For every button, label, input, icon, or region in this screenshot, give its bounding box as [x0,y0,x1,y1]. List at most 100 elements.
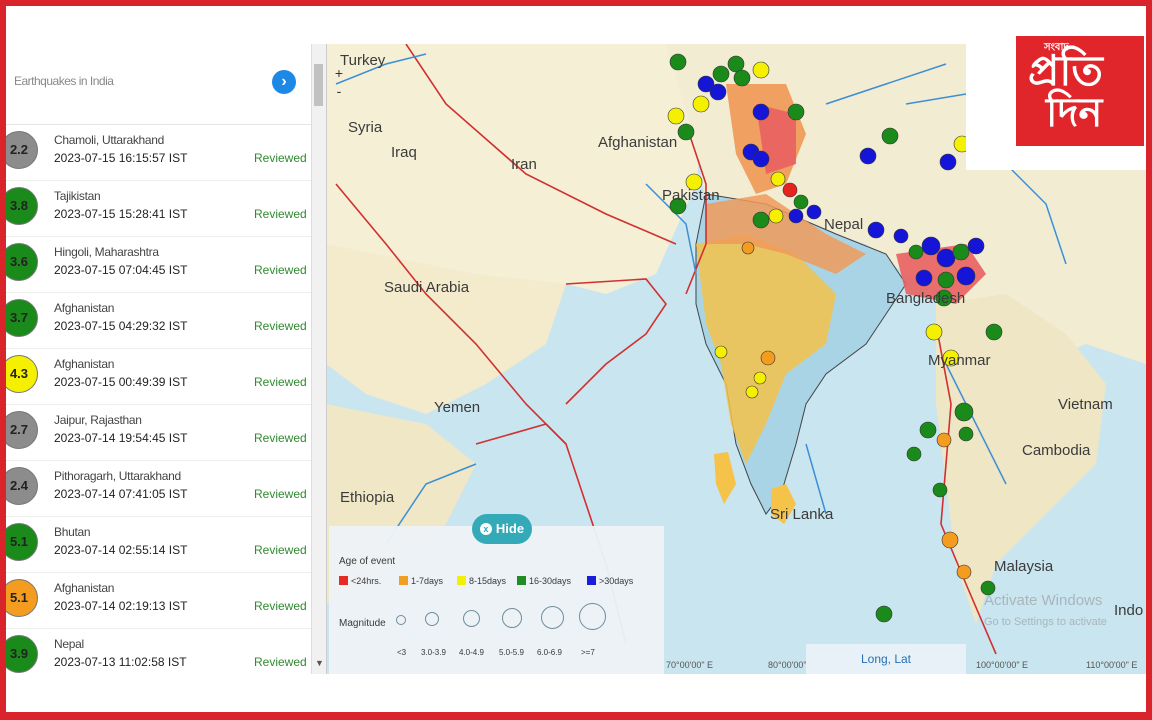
quake-marker [937,271,955,289]
age-swatch [517,576,526,585]
quake-marker [752,211,770,229]
quake-marker [787,103,805,121]
quake-marker [669,53,687,71]
quake-marker [875,605,893,623]
quake-marker [760,350,776,366]
magnitude-label: >=7 [581,648,595,657]
quake-marker [956,564,972,580]
river-7 [805,443,827,515]
event-row[interactable]: 3.6 Hingoli, Maharashtra 2023-07-15 07:0… [6,236,311,293]
event-status: Reviewed [254,263,307,277]
age-swatch [587,576,596,585]
scroll-down-icon[interactable]: ▼ [315,658,324,668]
quake-marker [906,446,922,462]
event-place: Tajikistan [54,189,101,203]
logo-line-2: দিন [1046,91,1103,135]
event-time: 2023-07-13 11:02:58 IST [54,655,187,669]
quake-marker [985,323,1003,341]
magnitude-label: 4.0-4.9 [459,648,484,657]
magnitude-badge: 3.9 [6,635,38,673]
activate-windows-subtext: Go to Settings to activate [984,616,1107,628]
activate-windows-watermark: Activate Windows [984,592,1103,609]
chevron-right-icon[interactable]: › [272,70,296,94]
country-label: Nepal [824,216,864,233]
quake-marker [881,127,899,145]
event-row[interactable]: 2.4 Pithoragarh, Uttarakhand 2023-07-14 … [6,460,311,517]
event-time: 2023-07-15 16:15:57 IST [54,151,188,165]
magnitude-circle [425,612,439,626]
magnitude-badge: 4.3 [6,355,38,393]
age-item: 16-30days [517,576,571,586]
quake-marker [936,248,956,268]
quake-marker [936,432,952,448]
country-label: Iraq [391,144,417,161]
event-row[interactable]: 5.1 Bhutan 2023-07-14 02:55:14 IST Revie… [6,516,311,573]
event-time: 2023-07-15 00:49:39 IST [54,375,188,389]
plate-boundary-6 [475,423,567,445]
event-place: Hingoli, Maharashtra [54,245,159,259]
quake-marker [745,385,759,399]
close-icon: x [479,523,492,535]
logo-line-1: প্রতি [1028,47,1103,94]
event-time: 2023-07-15 07:04:45 IST [54,263,188,277]
zoom-in-button[interactable]: + [330,64,348,82]
age-title: Age of event [339,556,396,567]
magnitude-label: 5.0-5.9 [499,648,524,657]
scroll-thumb[interactable] [314,64,323,106]
age-item: >30days [587,576,633,586]
event-row[interactable]: 3.8 Tajikistan 2023-07-15 15:28:41 IST R… [6,180,311,237]
country-label: Yemen [434,399,481,416]
quake-marker [867,221,885,239]
event-row[interactable]: 5.1 Afghanistan 2023-07-14 02:19:13 IST … [6,572,311,629]
hide-legend-button[interactable]: x Hide [472,514,532,544]
event-time: 2023-07-14 07:41:05 IST [54,487,188,501]
coordinate-readout: Long, Lat [806,644,966,674]
event-status: Reviewed [254,487,307,501]
quake-marker [712,65,730,83]
event-place: Afghanistan [54,581,115,595]
country-label: Bangladesh [886,290,966,307]
event-row[interactable]: 2.7 Jaipur, Rajasthan 2023-07-14 19:54:4… [6,404,311,461]
quake-marker [741,241,755,255]
event-place: Bhutan [54,525,91,539]
quake-marker [788,208,804,224]
event-time: 2023-07-15 15:28:41 IST [54,207,188,221]
event-status: Reviewed [254,319,307,333]
sangbad-pratidin-logo: সংবাদ প্রতি দিন [1016,36,1144,146]
magnitude-label: <3 [397,648,407,657]
quake-marker [752,103,770,121]
quake-marker [727,55,745,73]
magnitude-badge: 3.8 [6,187,38,225]
age-item: <24hrs. [339,576,381,586]
country-label: Afghanistan [598,134,678,151]
quake-marker [709,83,727,101]
event-status: Reviewed [254,431,307,445]
magnitude-label: 3.0-3.9 [421,648,446,657]
quake-marker [925,323,943,341]
country-label: Myanmar [928,352,991,369]
magnitude-badge: 2.4 [6,467,38,505]
event-row[interactable]: 3.9 Nepal 2023-07-13 11:02:58 IST Review… [6,628,311,674]
quake-marker [859,147,877,165]
quake-marker [752,61,770,79]
magnitude-circle [541,606,564,629]
magnitude-circle [579,603,606,630]
magnitude-circle [463,610,480,627]
country-label: Vietnam [1058,396,1113,413]
quake-marker [692,95,710,113]
event-place: Chamoli, Uttarakhand [54,133,165,147]
event-status: Reviewed [254,151,307,165]
quake-marker [941,531,959,549]
age-label: 8-15days [469,576,507,586]
zoom-out-button[interactable]: - [330,82,348,100]
event-row[interactable]: 2.2 Chamoli, Uttarakhand 2023-07-15 16:1… [6,124,311,181]
panel-scrollbar[interactable]: ▼ [311,44,326,674]
magnitude-circle [396,615,406,625]
quake-marker [939,153,957,171]
age-item: 1-7days [399,576,443,586]
map-legend: x Hide Age of event <24hrs. 1-7days 8-15d… [329,514,664,674]
event-row[interactable]: 4.3 Afghanistan 2023-07-15 00:49:39 IST … [6,348,311,405]
event-status: Reviewed [254,655,307,669]
event-row[interactable]: 3.7 Afghanistan 2023-07-15 04:29:32 IST … [6,292,311,349]
event-status: Reviewed [254,375,307,389]
